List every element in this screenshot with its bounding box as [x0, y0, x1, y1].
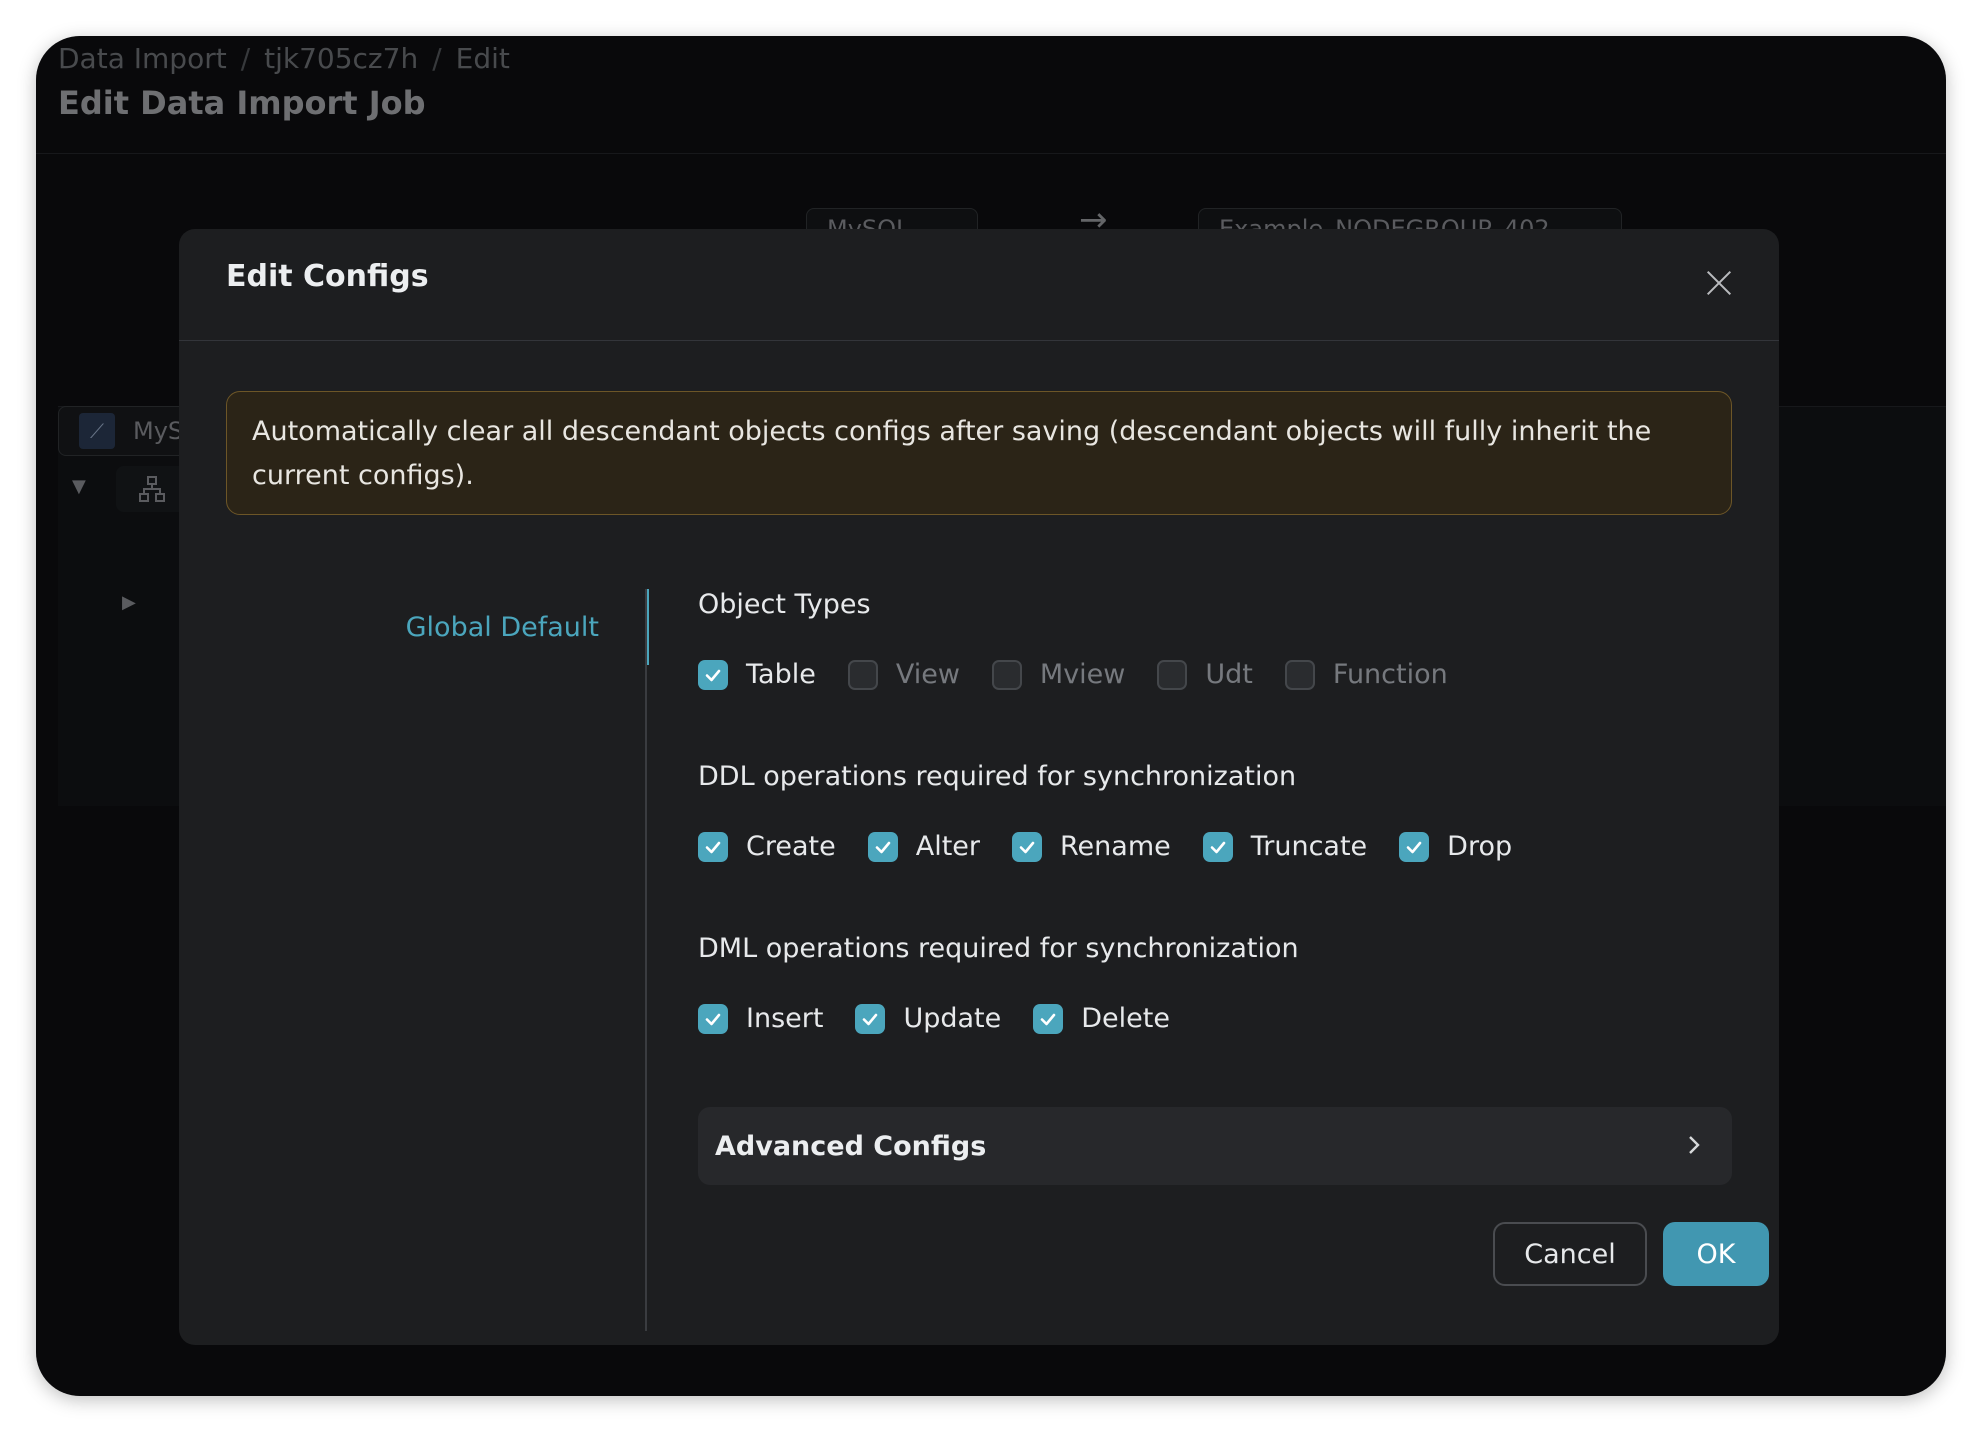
check-icon [1012, 831, 1042, 862]
edit-configs-modal: Edit Configs Automatically clear all des… [179, 229, 1779, 1345]
advanced-configs-toggle[interactable]: Advanced Configs [698, 1107, 1732, 1185]
checkbox-delete[interactable]: Delete [1033, 1003, 1170, 1034]
checkbox-truncate[interactable]: Truncate [1202, 831, 1368, 862]
section-title-ddl: DDL operations required for synchronizat… [698, 761, 1297, 792]
checkbox-label: Update [903, 1003, 1002, 1034]
modal-header: Edit Configs [179, 229, 1779, 341]
checkbox-view[interactable]: View [847, 659, 960, 690]
checkbox-drop[interactable]: Drop [1399, 831, 1512, 862]
check-icon [698, 1003, 728, 1034]
checkbox-udt[interactable]: Udt [1157, 659, 1253, 690]
check-icon [1033, 1003, 1064, 1034]
object-types-checkbox-group: Table View Mview Udt Function [698, 659, 1480, 690]
checkbox-box [1157, 659, 1188, 690]
cancel-button[interactable]: Cancel [1493, 1222, 1647, 1286]
warning-alert: Automatically clear all descendant objec… [226, 391, 1732, 515]
checkbox-label: Drop [1447, 831, 1513, 862]
checkbox-label: Truncate [1250, 831, 1368, 862]
checkbox-label: Delete [1081, 1003, 1170, 1034]
side-nav-divider [645, 589, 647, 1331]
checkbox-insert[interactable]: Insert [698, 1003, 823, 1034]
modal-title: Edit Configs [226, 259, 429, 294]
check-icon [867, 831, 898, 862]
side-nav-item-global-default[interactable]: Global Default [179, 589, 649, 665]
check-icon [698, 659, 728, 690]
ddl-checkbox-group: Create Alter Rename Truncate Drop [698, 831, 1544, 862]
section-title-dml: DML operations required for synchronizat… [698, 933, 1299, 964]
checkbox-mview[interactable]: Mview [991, 659, 1126, 690]
checkbox-box [1284, 659, 1315, 690]
close-icon[interactable] [1701, 265, 1737, 301]
checkbox-label: Udt [1205, 659, 1253, 690]
section-title-object-types: Object Types [698, 589, 871, 620]
ok-button[interactable]: OK [1663, 1222, 1769, 1286]
checkbox-label: Table [746, 659, 816, 690]
checkbox-label: Create [746, 831, 836, 862]
checkbox-box [847, 659, 878, 690]
app-window: Data Import / tjk705cz7h / Edit Edit Dat… [36, 36, 1946, 1396]
dml-checkbox-group: Insert Update Delete [698, 1003, 1202, 1034]
alert-text: Automatically clear all descendant objec… [252, 416, 1652, 491]
checkbox-alter[interactable]: Alter [867, 831, 980, 862]
checkbox-label: Function [1332, 659, 1448, 690]
checkbox-label: Alter [915, 831, 980, 862]
checkbox-create[interactable]: Create [698, 831, 836, 862]
checkbox-update[interactable]: Update [855, 1003, 1001, 1034]
checkbox-label: View [895, 659, 960, 690]
checkbox-box [991, 659, 1022, 690]
checkbox-label: Mview [1039, 659, 1126, 690]
checkbox-rename[interactable]: Rename [1012, 831, 1171, 862]
check-icon [855, 1003, 886, 1034]
side-nav-label: Global Default [405, 611, 599, 643]
advanced-configs-label: Advanced Configs [715, 1130, 987, 1162]
check-icon [698, 831, 728, 862]
checkbox-label: Insert [746, 1003, 824, 1034]
check-icon [1399, 831, 1430, 862]
checkbox-table[interactable]: Table [698, 659, 816, 690]
check-icon [1202, 831, 1233, 862]
chevron-right-icon [1689, 1136, 1700, 1154]
checkbox-function[interactable]: Function [1284, 659, 1448, 690]
checkbox-label: Rename [1060, 831, 1171, 862]
